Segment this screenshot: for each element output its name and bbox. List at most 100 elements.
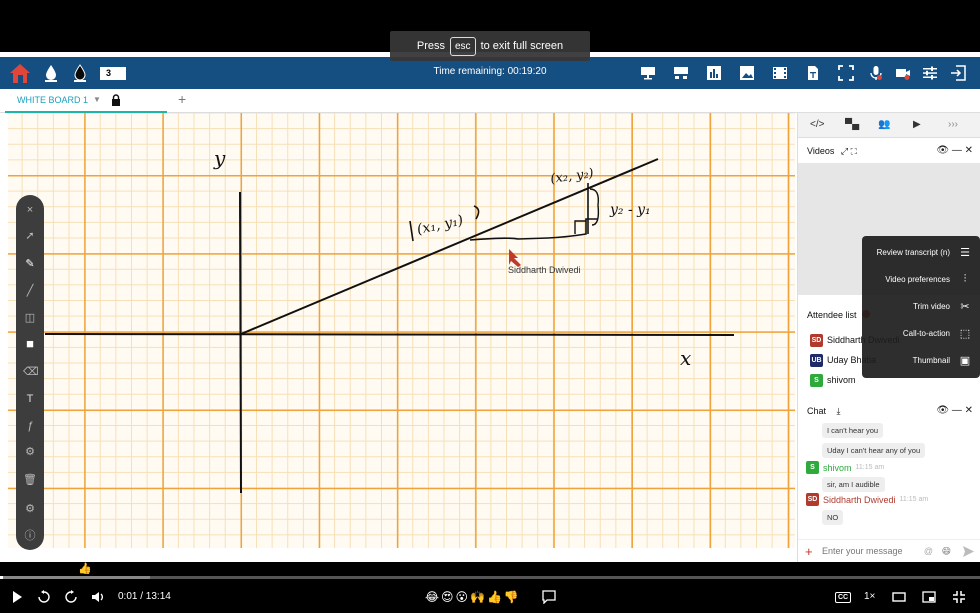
esc-key: esc: [450, 36, 476, 56]
reaction-emojis[interactable]: 😂😍😮🙌👍👎: [425, 590, 521, 604]
menu-label: Video preferences: [885, 275, 950, 284]
settings-icon[interactable]: ⚙: [23, 502, 37, 516]
pen-icon[interactable]: ✎: [23, 257, 37, 271]
users-icon[interactable]: 👥: [878, 119, 892, 133]
send-icon[interactable]: [962, 545, 975, 558]
info-icon[interactable]: ⓘ: [23, 529, 37, 543]
color-square-icon[interactable]: ■: [23, 337, 37, 351]
speed-button[interactable]: 1×: [864, 589, 875, 605]
exit-icon[interactable]: [950, 65, 966, 81]
presentation-icon[interactable]: [640, 65, 656, 81]
buffered-bar: [0, 576, 150, 579]
classroom-icon[interactable]: [673, 65, 689, 81]
camera-icon[interactable]: [895, 65, 911, 81]
stroke-drop-icon[interactable]: [72, 64, 88, 82]
right-angle-marker: [574, 220, 586, 234]
timestamp: 11:15 am: [855, 464, 885, 471]
close-icon[interactable]: ×: [23, 203, 37, 217]
attendee-row[interactable]: Sshivom: [810, 373, 856, 387]
more-chevrons-icon[interactable]: ›››: [948, 119, 962, 133]
menu-item-thumbnail[interactable]: Thumbnail ▣: [862, 347, 980, 374]
chart-icon[interactable]: [706, 65, 722, 81]
chevron-down-icon[interactable]: ▼: [93, 89, 101, 111]
panel-tabs: </> ▀▄ 👥 ▶ ›››: [798, 113, 980, 138]
top-toolbar: 3 Time remaining: 00:19:20: [0, 57, 980, 89]
chat-bubble-icon[interactable]: ▀▄: [845, 119, 859, 133]
click-cursor-icon: ⬚: [959, 327, 971, 340]
add-tab-button[interactable]: +: [178, 91, 186, 107]
whiteboard-canvas[interactable]: y x (x₁, y₁) (x₂, y₂) y₂ - y₁ Siddharth …: [8, 113, 795, 548]
mention-icon[interactable]: @: [924, 540, 933, 563]
lock-icon[interactable]: [111, 94, 121, 106]
screen: Press esc to exit full screen 3 Time rem…: [0, 0, 980, 613]
progress-bar[interactable]: [0, 576, 980, 579]
play-video-icon[interactable]: ▶: [913, 119, 927, 133]
shape-icon[interactable]: ◫: [23, 311, 37, 325]
video-options-menu: Review transcript (n) ☰ Video preferences…: [862, 236, 980, 378]
rewind-icon[interactable]: [37, 590, 51, 604]
play-icon[interactable]: [10, 590, 24, 604]
download-icon[interactable]: ⤓: [837, 406, 841, 416]
chat-title: Chat: [807, 406, 827, 416]
volume-icon[interactable]: [91, 590, 105, 604]
fullscreen-banner: Press esc to exit full screen: [390, 31, 590, 61]
chat-placeholder: Enter your message: [822, 546, 903, 556]
played-bar: [0, 576, 3, 579]
home-logo-icon[interactable]: [8, 61, 32, 85]
chat-sender: SD Siddharth Dwivedi 11:15 am: [806, 493, 928, 506]
chat-input[interactable]: + Enter your message @ 😄: [798, 539, 980, 562]
pointer-icon[interactable]: ➚: [23, 229, 37, 243]
avatar: SD: [810, 333, 823, 347]
banner-rest: to exit full screen: [480, 40, 564, 52]
forward-icon[interactable]: [64, 590, 78, 604]
videos-controls[interactable]: 👁 — ✕: [936, 141, 973, 161]
menu-item-call-to-action[interactable]: Call-to-action ⬚: [862, 320, 980, 347]
document-icon[interactable]: [805, 65, 821, 81]
tab-bar: WHITE BOARD 1 ▼ +: [0, 89, 980, 113]
add-icon[interactable]: +: [805, 540, 813, 563]
point1-label: (x₁, y₁): [416, 213, 465, 238]
exit-fullscreen-icon[interactable]: [952, 590, 966, 604]
sender-name: shivom: [823, 462, 852, 473]
code-icon[interactable]: </>: [810, 119, 824, 133]
line-icon[interactable]: ╱: [23, 284, 37, 298]
tab-whiteboard-1[interactable]: WHITE BOARD 1 ▼: [5, 89, 167, 113]
text-icon[interactable]: T: [23, 392, 37, 406]
formula-icon[interactable]: ƒ: [23, 419, 37, 433]
menu-item-trim-video[interactable]: Trim video ✂: [862, 293, 980, 320]
pen-size-field[interactable]: 3: [100, 67, 126, 80]
menu-label: Thumbnail: [912, 356, 950, 365]
theater-mode-icon[interactable]: [892, 590, 906, 604]
menu-label: Review transcript (n): [876, 248, 950, 257]
x-axis-line: [44, 333, 735, 336]
tab-label: WHITE BOARD 1: [17, 95, 89, 105]
thumbnail-image-icon: ▣: [959, 354, 971, 367]
expand-icon[interactable]: ⤢ ⛶: [841, 146, 857, 156]
film-icon[interactable]: [772, 65, 788, 81]
trash-icon[interactable]: 🗑: [23, 473, 37, 487]
image-icon[interactable]: [739, 65, 755, 81]
eraser-icon[interactable]: ⌫: [23, 365, 39, 379]
chat-sender: S shivom 11:15 am: [806, 461, 884, 474]
y-axis-line: [239, 191, 242, 494]
settings-sliders-icon[interactable]: [922, 65, 938, 81]
gear-icon[interactable]: ⚙: [23, 445, 37, 459]
classroom-app: 3 Time remaining: 00:19:20 WHITE BOARD 1…: [0, 52, 980, 562]
slope-line: [240, 158, 659, 335]
fullscreen-icon[interactable]: [838, 65, 854, 81]
avatar: S: [810, 373, 823, 387]
chat-controls[interactable]: 👁 — ✕: [936, 401, 973, 421]
captions-icon[interactable]: CC: [835, 592, 852, 603]
attendee-name: shivom: [827, 375, 856, 385]
menu-item-video-preferences[interactable]: Video preferences ⫶: [862, 266, 980, 293]
menu-item-review-transcript[interactable]: Review transcript (n) ☰: [862, 239, 980, 266]
time-display: 0:01 / 13:14: [118, 591, 171, 602]
microphone-icon[interactable]: [868, 65, 884, 81]
emoji-icon[interactable]: 😄: [942, 540, 951, 563]
fill-drop-icon[interactable]: [43, 64, 59, 82]
chat-message: Uday I can't hear any of you: [822, 443, 926, 458]
comment-icon[interactable]: [542, 590, 556, 604]
avatar: S: [806, 461, 819, 474]
menu-label: Trim video: [912, 302, 950, 311]
picture-in-picture-icon[interactable]: [922, 590, 936, 604]
